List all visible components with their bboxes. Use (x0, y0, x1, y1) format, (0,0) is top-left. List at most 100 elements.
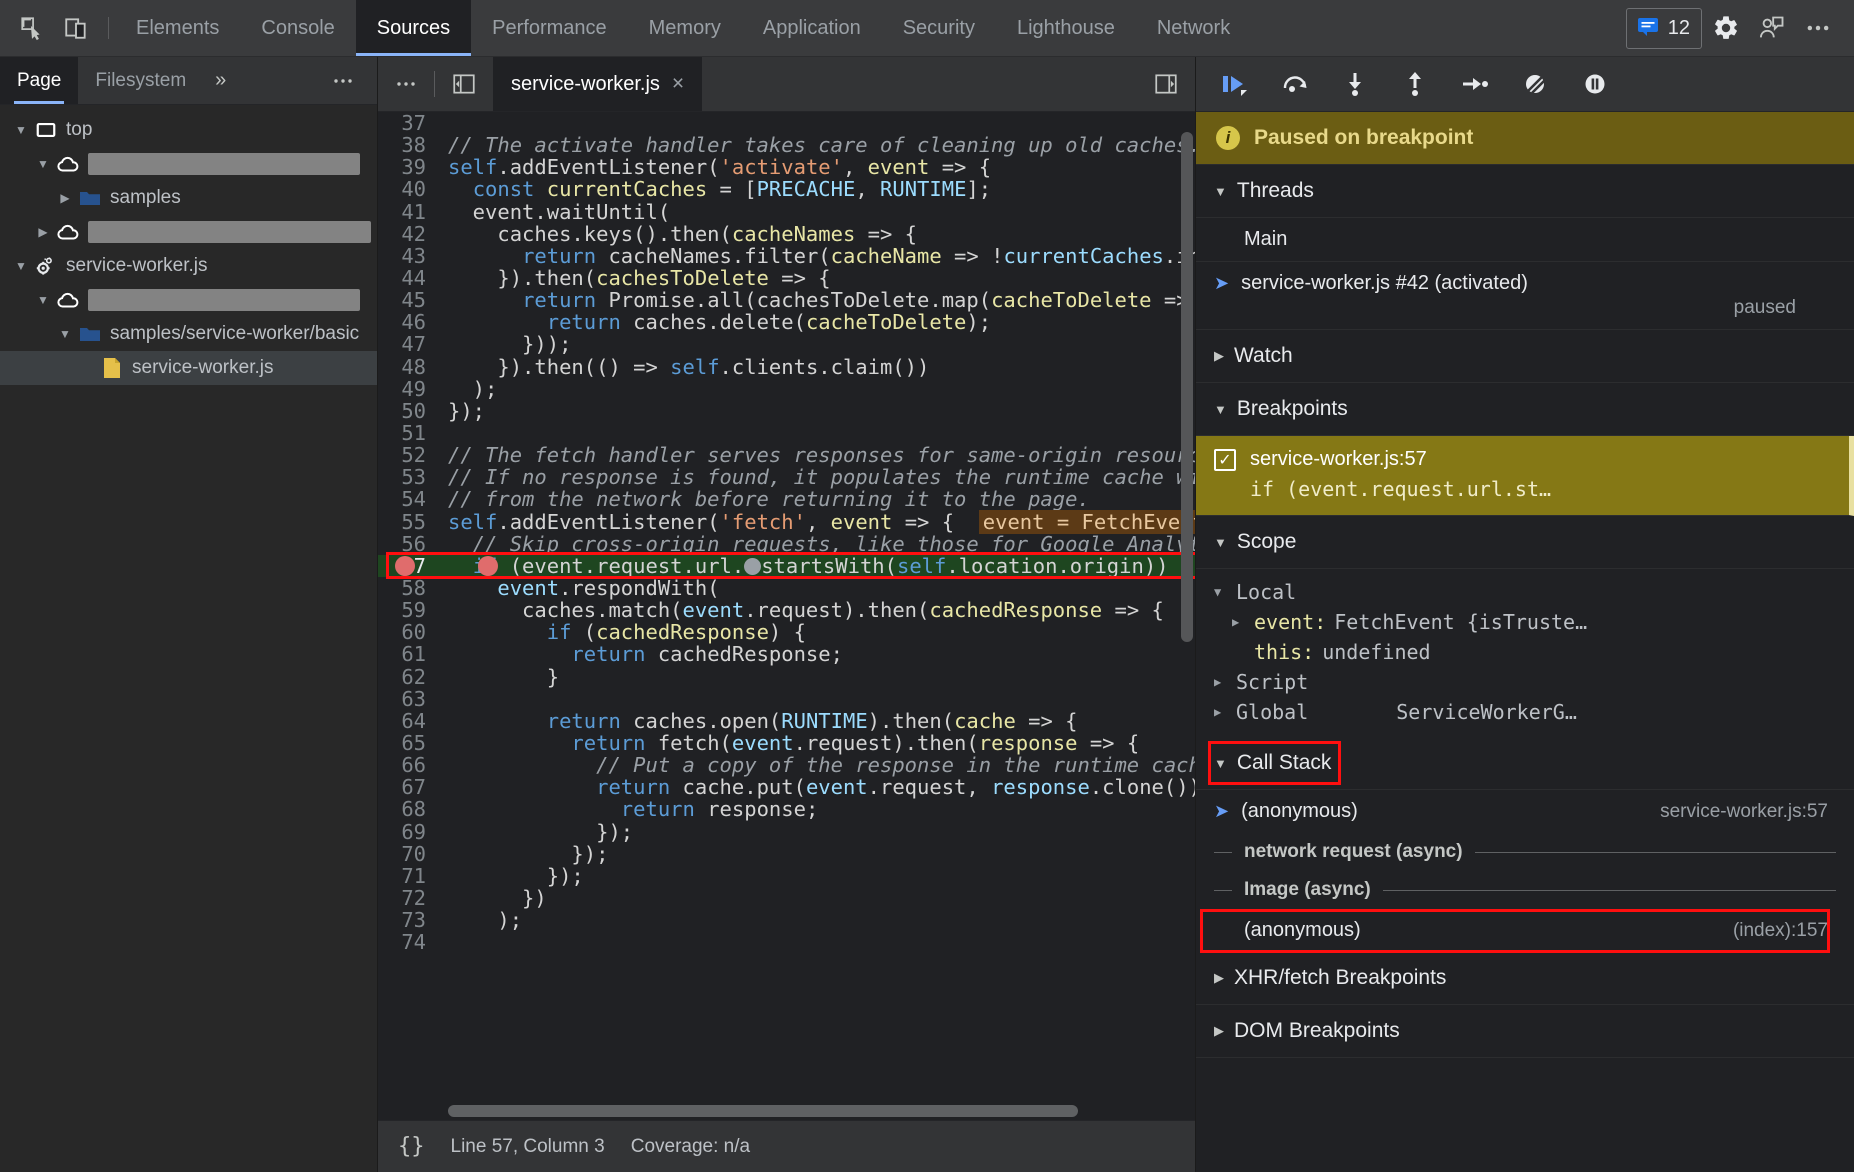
code-line-content[interactable]: }).then(() => self.clients.claim()) (436, 355, 1195, 378)
code-line[interactable]: 73 ); (378, 909, 1195, 931)
file-tree-item[interactable]: top (0, 113, 377, 147)
code-line[interactable]: 62 } (378, 665, 1195, 688)
issues-counter-button[interactable]: 12 (1625, 7, 1702, 49)
code-line-content[interactable]: return caches.delete(cacheToDelete); (436, 311, 1195, 333)
step-over-icon[interactable] (1270, 62, 1320, 106)
code-line-content[interactable]: // The activate handler takes care of cl… (436, 134, 1195, 156)
code-line[interactable]: 39 self.addEventListener('activate', even… (378, 156, 1195, 178)
inline-breakpoint-marker-icon[interactable] (744, 558, 762, 576)
line-number[interactable]: 72 (378, 887, 436, 909)
code-line-content[interactable]: if (event.request.url.startsWith(self.lo… (436, 555, 1195, 577)
step-into-icon[interactable] (1330, 62, 1380, 106)
show-navigator-toggle-icon[interactable] (435, 57, 493, 111)
line-number[interactable]: 59 (378, 599, 436, 621)
nav-tab-filesystem[interactable]: Filesystem (78, 57, 203, 104)
code-line[interactable]: 46 return caches.delete(cacheToDelete); (378, 311, 1195, 333)
code-line-content[interactable]: return response; (436, 798, 1195, 820)
breakpoints-section-header[interactable]: ▼ Breakpoints (1196, 383, 1854, 436)
chevron-down-icon[interactable] (32, 293, 54, 307)
scope-entry[interactable]: this: undefined (1196, 637, 1854, 667)
code-line-content[interactable]: caches.match(event.request).then(cachedR… (436, 599, 1195, 621)
code-line-content[interactable]: self.addEventListener('activate', event … (436, 156, 1195, 178)
code-line[interactable]: 53 // If no response is found, it populat… (378, 466, 1195, 488)
code-line-content[interactable]: }); (436, 865, 1195, 887)
code-line[interactable]: 59 caches.match(event.request).then(cach… (378, 599, 1195, 621)
code-line-content[interactable]: caches.keys().then(cacheNames => { (436, 223, 1195, 245)
code-line[interactable]: 68 return response; (378, 798, 1195, 820)
call-stack-frame[interactable]: (anonymous) (index):157 (1196, 909, 1854, 953)
line-number[interactable]: 48 (378, 355, 436, 378)
code-line[interactable]: 72 }) (378, 887, 1195, 909)
chevron-right-icon[interactable]: ▶ (1214, 675, 1228, 689)
code-line-content[interactable]: // Put a copy of the response in the run… (436, 754, 1195, 776)
code-line-paused[interactable]: 57 if (event.request.url.startsWith(self… (378, 555, 1195, 577)
tab-elements[interactable]: Elements (115, 0, 240, 56)
code-line-content[interactable]: ); (436, 909, 1195, 931)
file-tree-item[interactable] (0, 283, 377, 317)
line-number[interactable]: 49 (378, 378, 436, 400)
scope-entry[interactable]: ▶ event: FetchEvent {isTruste… (1196, 607, 1854, 637)
chevron-right-icon[interactable]: ▶ (1232, 615, 1246, 629)
nav-tab-page[interactable]: Page (0, 57, 79, 104)
gear-icon[interactable] (1704, 6, 1748, 50)
code-line-content[interactable]: }); (436, 820, 1195, 843)
chevron-down-icon[interactable] (32, 157, 54, 171)
file-tree-item[interactable] (0, 215, 377, 249)
code-editor[interactable]: 37 38 // The activate handler takes care o… (378, 112, 1195, 1102)
code-line-content[interactable]: // Skip cross-origin requests, like thos… (436, 533, 1195, 555)
editor-more-options-icon[interactable] (378, 57, 434, 111)
code-line[interactable]: 52 // The fetch handler serves responses … (378, 444, 1195, 466)
chevron-down-icon[interactable] (10, 259, 32, 273)
code-line-content[interactable]: // from the network before returning it … (436, 488, 1195, 510)
code-line[interactable]: 71 }); (378, 865, 1195, 887)
resume-script-execution-icon[interactable] (1210, 62, 1260, 106)
breakpoint-checkbox[interactable]: ✓ (1214, 448, 1236, 471)
call-stack-section-header[interactable]: ▼ Call Stack (1196, 737, 1854, 790)
file-tree-item[interactable]: samples (0, 181, 377, 215)
chevron-right-icon[interactable] (54, 191, 76, 205)
line-number[interactable]: 58 (378, 577, 436, 599)
line-number[interactable]: 73 (378, 909, 436, 931)
code-line[interactable]: 44 }).then(cachesToDelete => { (378, 267, 1195, 289)
line-number[interactable]: 47 (378, 333, 436, 355)
line-number[interactable]: 38 (378, 134, 436, 156)
code-line-content[interactable]: self.addEventListener('fetch', event => … (436, 509, 1195, 534)
code-line-content[interactable]: event.waitUntil( (436, 200, 1195, 223)
line-number[interactable]: 60 (378, 621, 436, 643)
line-number[interactable]: 61 (378, 643, 436, 665)
code-line[interactable]: 42 caches.keys().then(cacheNames => { (378, 223, 1195, 245)
dom-breakpoints-section-header[interactable]: ▶ DOM Breakpoints (1196, 1005, 1854, 1058)
tab-network[interactable]: Network (1136, 0, 1251, 56)
scope-group[interactable]: ▼ Local (1196, 577, 1854, 607)
code-line[interactable]: 69 }); (378, 820, 1195, 843)
code-line[interactable]: 50}); (378, 400, 1195, 422)
code-line[interactable]: 60 if (cachedResponse) { (378, 621, 1195, 643)
code-line[interactable]: 37 (378, 112, 1195, 134)
tab-sources[interactable]: Sources (355, 0, 472, 56)
code-horizontal-scrollbar[interactable] (378, 1102, 1195, 1120)
file-tree-item-selected[interactable]: service-worker.js (0, 351, 377, 385)
code-line-content[interactable]: event.respondWith( (436, 577, 1195, 599)
code-vertical-scrollbar-thumb[interactable] (1181, 132, 1193, 642)
step-out-icon[interactable] (1390, 62, 1440, 106)
code-line[interactable]: 61 return cachedResponse; (378, 643, 1195, 665)
line-number[interactable]: 40 (378, 178, 436, 200)
code-line[interactable]: 64 return caches.open(RUNTIME).then(cach… (378, 710, 1195, 732)
line-number[interactable]: 52 (378, 444, 436, 466)
tab-security[interactable]: Security (882, 0, 996, 56)
file-tree-item[interactable] (0, 147, 377, 181)
xhr-fetch-breakpoints-section-header[interactable]: ▶ XHR/fetch Breakpoints (1196, 952, 1854, 1005)
line-number[interactable]: 62 (378, 665, 436, 688)
code-line[interactable]: 41 event.waitUntil( (378, 200, 1195, 223)
code-line[interactable]: 48 }).then(() => self.clients.claim()) (378, 355, 1195, 378)
inspect-element-icon[interactable] (12, 8, 52, 48)
code-line-content[interactable]: ); (436, 378, 1195, 400)
code-line[interactable]: 45 return Promise.all(cachesToDelete.map… (378, 289, 1195, 311)
breakpoint-marker-icon[interactable] (478, 555, 498, 576)
line-number[interactable]: 45 (378, 289, 436, 311)
pause-on-exceptions-icon[interactable] (1570, 62, 1620, 106)
code-line[interactable]: 47 })); (378, 333, 1195, 355)
code-line[interactable]: 63 (378, 688, 1195, 710)
editor-file-tab[interactable]: service-worker.js × (493, 57, 703, 111)
file-tree-item[interactable]: service-worker.js (0, 249, 377, 283)
